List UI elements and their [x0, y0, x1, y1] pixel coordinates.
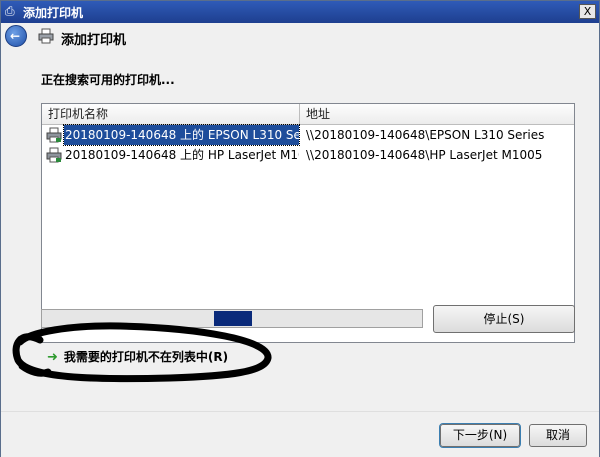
- window-title: 添加打印机: [23, 6, 84, 20]
- searching-label: 正在搜索可用的打印机...: [41, 73, 175, 87]
- printer-name: 20180109-140648 上的 EPSON L310 Seri...: [63, 124, 300, 146]
- back-button[interactable]: ←: [5, 25, 27, 47]
- printer-address: \\20180109-140648\EPSON L310 Series: [306, 128, 545, 142]
- progress-indicator: [214, 311, 252, 326]
- footer: 下一步(N) 取消: [1, 411, 599, 457]
- column-header-name[interactable]: 打印机名称: [42, 104, 300, 124]
- green-arrow-icon: ➜: [47, 350, 58, 365]
- title-bar[interactable]: ⎙ 添加打印机 X: [1, 1, 599, 23]
- printer-icon: [46, 127, 62, 143]
- printer-address: \\20180109-140648\HP LaserJet M1005: [306, 148, 543, 162]
- printer-icon: [46, 147, 62, 163]
- add-printer-window: ⎙ 添加打印机 X ← 添加打印机 正在搜索可用的打印机... 打印机名称 地址: [0, 0, 600, 457]
- list-header: 打印机名称 地址: [42, 104, 574, 125]
- wizard-title: 添加打印机: [61, 33, 127, 48]
- back-arrow-icon: ←: [10, 29, 21, 43]
- printer-row[interactable]: 20180109-140648 上的 EPSON L310 Seri... \\…: [42, 124, 574, 146]
- printer-not-listed-link[interactable]: ➜ 我需要的打印机不在列表中(R): [47, 348, 228, 365]
- printer-icon: [38, 28, 54, 44]
- stop-button[interactable]: 停止(S): [433, 305, 575, 333]
- next-button[interactable]: 下一步(N): [439, 423, 521, 448]
- printer-row[interactable]: 20180109-140648 上的 HP LaserJet M10... \\…: [42, 145, 574, 165]
- cancel-button[interactable]: 取消: [529, 424, 587, 447]
- printer-not-listed-label: 我需要的打印机不在列表中(R): [63, 350, 229, 364]
- content-area: 正在搜索可用的打印机... 打印机名称 地址 20180109-140648 上…: [1, 51, 599, 411]
- column-header-address[interactable]: 地址: [300, 104, 574, 124]
- search-progress-bar: [41, 309, 423, 328]
- close-button[interactable]: X: [579, 4, 596, 19]
- wizard-header: ← 添加打印机: [1, 23, 599, 51]
- printer-icon: ⎙: [5, 4, 15, 18]
- printer-name: 20180109-140648 上的 HP LaserJet M10...: [65, 148, 299, 162]
